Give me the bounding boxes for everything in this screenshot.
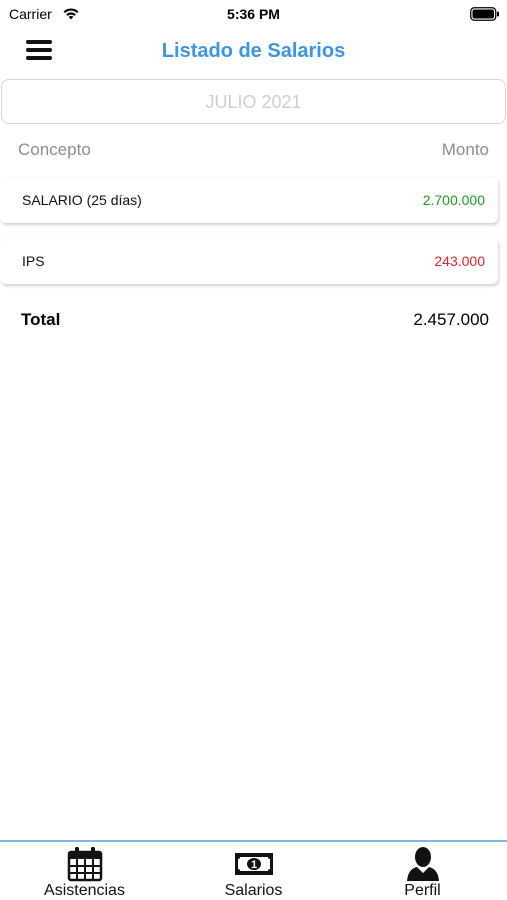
column-header-amount: Monto [441, 140, 489, 159]
deduction-row[interactable]: IPS 243.000 [0, 238, 498, 284]
tab-label: Salarios [224, 882, 283, 899]
tab-asistencias[interactable]: Asistencias [0, 842, 169, 900]
svg-text:1: 1 [250, 859, 256, 871]
calendar-icon [67, 847, 102, 882]
tab-label: Asistencias [44, 882, 125, 899]
tab-label: Perfil [404, 882, 441, 899]
month-selector[interactable]: JULIO 2021 [1, 79, 506, 124]
total-label: Total [21, 310, 61, 329]
row-concept: IPS [22, 253, 45, 269]
row-concept: SALARIO (25 días) [22, 192, 142, 208]
total-row: Total 2.457.000 [0, 310, 507, 334]
column-headers: Concepto Monto [0, 140, 507, 162]
money-icon: 1 [234, 853, 273, 875]
row-amount: 2.700.000 [422, 192, 485, 208]
battery-icon [470, 7, 499, 21]
row-amount: 243.000 [434, 253, 485, 269]
salary-row[interactable]: SALARIO (25 días) 2.700.000 [0, 177, 498, 223]
page-title: Listado de Salarios [161, 40, 346, 62]
total-value: 2.457.000 [413, 310, 489, 329]
tab-perfil[interactable]: Perfil [338, 842, 507, 900]
status-time: 5:36 PM [227, 6, 280, 22]
column-header-concept: Concepto [18, 140, 91, 159]
tab-bar: Asistencias 1 Salarios Perfil [0, 840, 507, 900]
user-icon [406, 847, 439, 881]
nav-bar: Listado de Salarios [0, 28, 507, 76]
tab-salarios[interactable]: 1 Salarios [169, 842, 338, 900]
status-bar: Carrier 5:36 PM [0, 0, 507, 28]
